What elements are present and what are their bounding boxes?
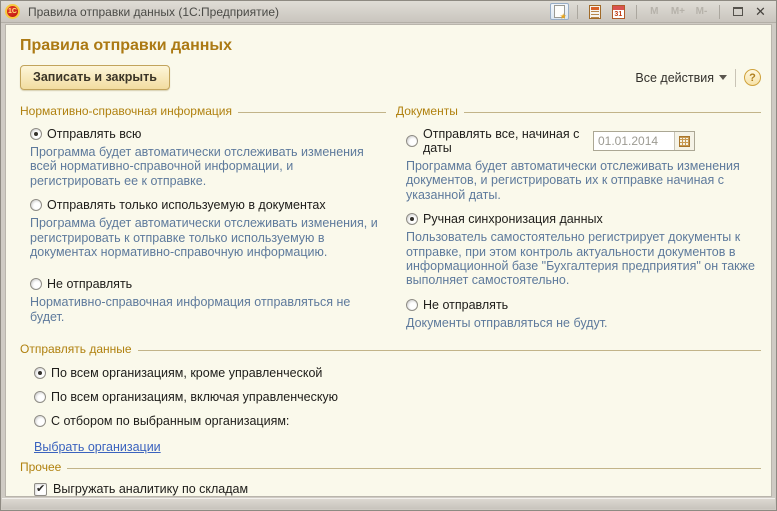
- group-other: Прочее Выгружать аналитику по складам i …: [20, 460, 761, 497]
- radio-option-all-orgs-except-mgmt[interactable]: По всем организациям, кроме управленческ…: [34, 366, 761, 380]
- start-date-input[interactable]: [594, 132, 674, 150]
- all-actions-menu[interactable]: Все действия: [635, 71, 727, 85]
- calendar-icon: 31: [612, 5, 625, 19]
- window-title: Правила отправки данных (1С:Предприятие): [28, 5, 550, 19]
- group-send-data-title: Отправлять данные: [20, 342, 132, 356]
- chevron-down-icon: [719, 75, 727, 80]
- titlebar-separator: [577, 5, 578, 19]
- radio-button[interactable]: [34, 367, 46, 379]
- calculator-icon: [589, 5, 601, 19]
- radio-label: Отправлять всю: [47, 127, 141, 141]
- radio-label: Не отправлять: [47, 277, 132, 291]
- maximize-button[interactable]: [728, 3, 747, 20]
- radio-button[interactable]: [406, 135, 418, 147]
- radio-label: Отправлять все, начиная с даты: [423, 127, 593, 155]
- titlebar-separator: [719, 5, 720, 19]
- radio-label: Отправлять только используемую в докумен…: [47, 198, 326, 212]
- calendar-grid-icon: [679, 136, 690, 147]
- group-documents: Документы Отправлять все, начиная с даты…: [396, 98, 761, 340]
- group-rule: [464, 112, 761, 113]
- option-description: Программа будет автоматически отслеживат…: [30, 216, 382, 259]
- maximize-icon: [733, 7, 743, 16]
- radio-option-send-used-nsi[interactable]: Отправлять только используемую в докумен…: [30, 198, 386, 212]
- toolbar-separator: [735, 69, 736, 87]
- page-title: Правила отправки данных: [20, 37, 761, 55]
- calculator-button[interactable]: [586, 3, 605, 20]
- group-rule: [67, 468, 761, 469]
- group-rule: [238, 112, 386, 113]
- checkbox-option-warehouse-analytics[interactable]: Выгружать аналитику по складам: [34, 482, 761, 496]
- form-content: Правила отправки данных Записать и закры…: [5, 24, 772, 497]
- titlebar: 1С Правила отправки данных (1С:Предприят…: [1, 1, 776, 23]
- group-send-data: Отправлять данные По всем организациям, …: [20, 342, 761, 456]
- memory-mplus-button: M+: [668, 3, 688, 20]
- radio-option-send-all-nsi[interactable]: Отправлять всю: [30, 127, 386, 141]
- radio-label: Ручная синхронизация данных: [423, 212, 603, 226]
- calendar-button[interactable]: 31: [609, 3, 628, 20]
- select-organizations-link[interactable]: Выбрать организации: [34, 440, 161, 454]
- option-description: Программа будет автоматически отслеживат…: [30, 145, 382, 188]
- radio-option-selected-orgs[interactable]: С отбором по выбранным организациям:: [34, 414, 761, 428]
- radio-button[interactable]: [34, 415, 46, 427]
- radio-label: С отбором по выбранным организациям:: [51, 414, 289, 428]
- group-rule: [138, 350, 761, 351]
- checkbox[interactable]: [34, 483, 47, 496]
- close-icon: ✕: [755, 5, 766, 18]
- radio-label: Не отправлять: [423, 298, 508, 312]
- group-other-title: Прочее: [20, 460, 61, 474]
- option-description: Документы отправляться не будут.: [406, 316, 761, 330]
- date-field: [593, 131, 695, 151]
- radio-button[interactable]: [30, 199, 42, 211]
- save-and-close-button[interactable]: Записать и закрыть: [20, 65, 170, 90]
- radio-option-manual-sync[interactable]: Ручная синхронизация данных: [406, 212, 761, 226]
- toolbar: Записать и закрыть Все действия ?: [20, 65, 761, 90]
- titlebar-separator: [636, 5, 637, 19]
- memory-m-button: M: [645, 3, 664, 20]
- favorites-button[interactable]: [550, 3, 569, 20]
- 1c-logo-icon: 1С: [5, 4, 20, 19]
- group-nsi-title: Нормативно-справочная информация: [20, 104, 232, 118]
- app-window: 1С Правила отправки данных (1С:Предприят…: [0, 0, 777, 511]
- radio-label: По всем организациям, включая управленче…: [51, 390, 338, 404]
- checkbox-label: Выгружать аналитику по складам: [53, 482, 248, 496]
- radio-button[interactable]: [34, 391, 46, 403]
- option-description: Программа будет автоматически отслеживат…: [406, 159, 761, 202]
- help-button[interactable]: ?: [744, 69, 761, 86]
- radio-button[interactable]: [406, 213, 418, 225]
- radio-option-send-from-date[interactable]: Отправлять все, начиная с даты: [406, 127, 761, 155]
- window-bottom-border: [2, 498, 775, 509]
- radio-option-no-send-nsi[interactable]: Не отправлять: [30, 277, 386, 291]
- group-nsi: Нормативно-справочная информация Отправл…: [20, 98, 386, 340]
- option-description: Нормативно-справочная информация отправл…: [30, 295, 382, 324]
- radio-option-all-orgs-incl-mgmt[interactable]: По всем организациям, включая управленче…: [34, 390, 761, 404]
- close-button[interactable]: ✕: [751, 3, 770, 20]
- date-picker-button[interactable]: [674, 132, 694, 150]
- option-description: Пользователь самостоятельно регистрирует…: [406, 230, 761, 288]
- group-documents-title: Документы: [396, 104, 458, 118]
- favorites-star-icon: [554, 5, 565, 18]
- memory-mminus-button: M-: [692, 3, 711, 20]
- radio-button[interactable]: [30, 278, 42, 290]
- all-actions-label: Все действия: [635, 71, 714, 85]
- radio-button[interactable]: [30, 128, 42, 140]
- radio-option-no-send-docs[interactable]: Не отправлять: [406, 298, 761, 312]
- radio-label: По всем организациям, кроме управленческ…: [51, 366, 322, 380]
- radio-button[interactable]: [406, 299, 418, 311]
